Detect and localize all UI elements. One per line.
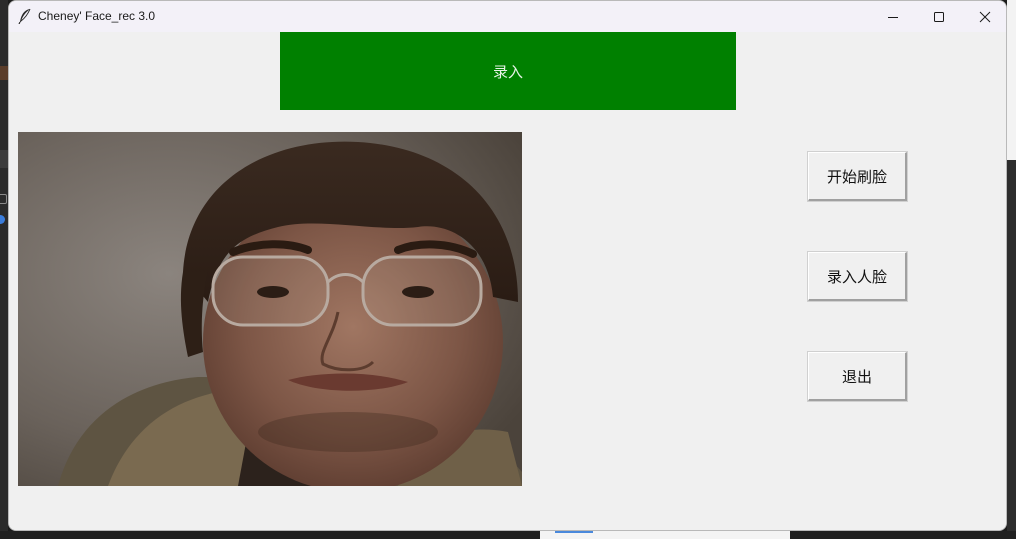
desktop-background-right [1007,0,1016,539]
exit-label: 退出 [841,367,872,386]
window-title: Cheney' Face_rec 3.0 [38,9,156,23]
close-button[interactable] [962,1,1006,32]
desktop-fragment [1007,0,1016,160]
feather-icon [18,8,32,25]
client-area: 录入 开始刷脸 录入人脸 退出 [9,32,1006,530]
enroll-face-button[interactable]: 录入人脸 [807,251,908,302]
title-bar[interactable]: Cheney' Face_rec 3.0 [9,1,1006,32]
start-face-scan-label: 开始刷脸 [826,167,887,186]
desktop-background-left [0,0,8,539]
desktop-fragment [0,215,5,224]
minimize-button[interactable] [870,1,916,32]
exit-button[interactable]: 退出 [807,351,908,402]
desktop-fragment [0,150,8,168]
maximize-icon [934,11,944,22]
desktop-background-bottom [0,531,1016,539]
camera-frame-image [18,132,522,486]
desktop-fragment [555,531,593,533]
maximize-button[interactable] [916,1,962,32]
desktop-fragment [0,66,8,80]
status-banner: 录入 [280,32,736,110]
start-face-scan-button[interactable]: 开始刷脸 [807,151,908,202]
camera-feed [18,132,522,486]
status-banner-label: 录入 [492,62,523,81]
app-window: Cheney' Face_rec 3.0 录入 开始刷脸 录入人脸 退出 [8,0,1007,531]
minimize-icon [888,16,898,18]
close-icon [979,11,991,22]
desktop-fragment [0,194,7,204]
enroll-face-label: 录入人脸 [826,267,887,286]
